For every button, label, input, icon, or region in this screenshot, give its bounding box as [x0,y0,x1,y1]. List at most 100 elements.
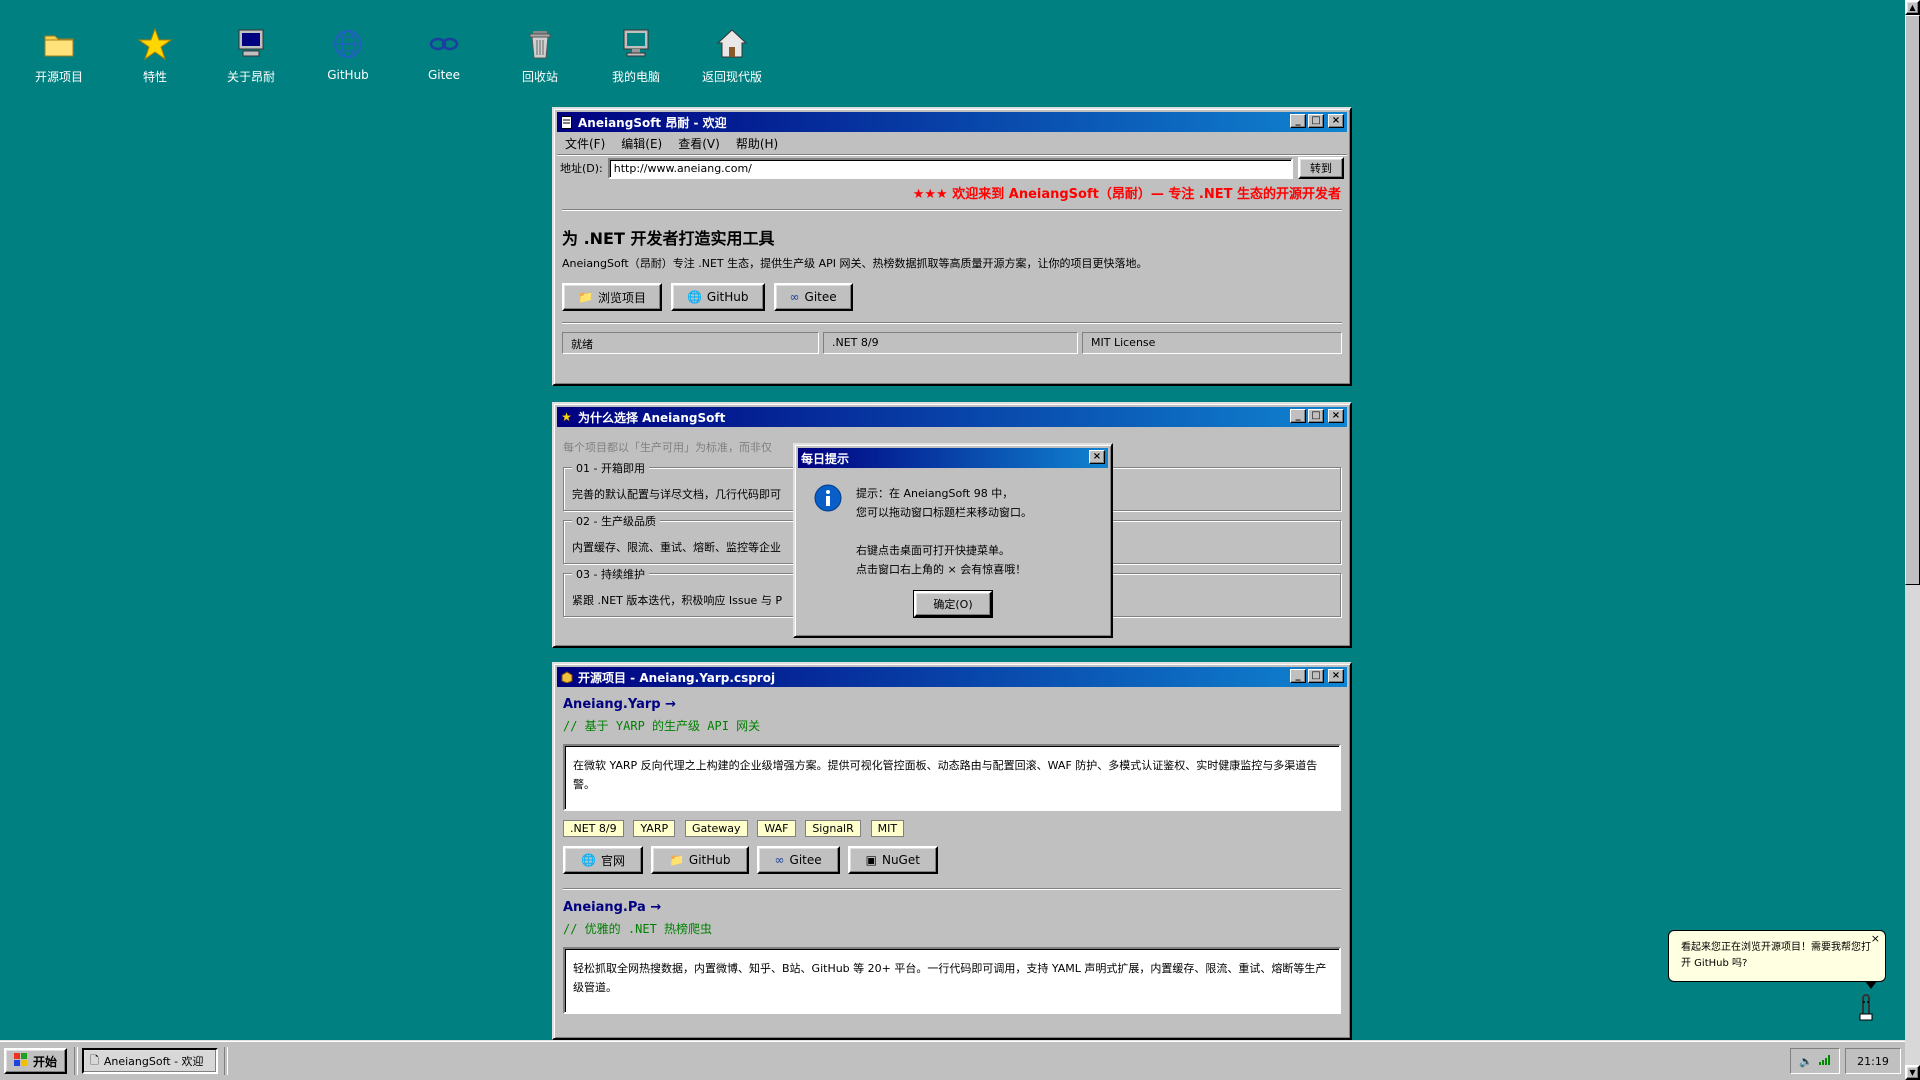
website-button[interactable]: 🌐 官网 [563,846,643,874]
desktop-icon-github[interactable]: GitHub [304,26,392,82]
desktop-icon-features[interactable]: 特性 [111,26,199,85]
system-tray: 🔈 [1790,1048,1840,1074]
desktop-icon-modern[interactable]: 返回现代版 [688,26,776,85]
desktop-icon-recycle-bin[interactable]: 回收站 [496,26,584,85]
desktop-icon-projects[interactable]: 开源项目 [15,26,103,85]
page-scrollbar[interactable]: ▲ ▼ [1905,0,1920,1080]
welcome-window-title: AneiangSoft 昂耐 - 欢迎 [578,115,727,130]
desktop-icon-my-computer[interactable]: 我的电脑 [592,26,680,85]
document-icon [560,115,573,129]
gitee-button[interactable]: ∞ Gitee [773,283,853,311]
menu-file[interactable]: 文件(F) [565,135,605,152]
package-icon: ▣ [865,853,877,867]
project-description: 轻松抓取全网热搜数据，内置微博、知乎、B站、GitHub 等 20+ 平台。一行… [563,947,1341,1014]
daily-tip-dialog: 每日提示 × 提示：在 AneiangSoft 98 中， 您可以拖动窗口标题栏… [793,443,1113,638]
welcome-window-titlebar[interactable]: AneiangSoft 昂耐 - 欢迎 _ □ × [557,112,1347,132]
minimize-button[interactable]: _ [1290,669,1306,683]
maximize-button[interactable]: □ [1308,409,1324,423]
my-computer-icon [592,26,680,62]
tag: Gateway [684,820,748,837]
network-signal-icon[interactable] [1818,1054,1831,1068]
address-input[interactable]: http://www.aneiang.com/ [607,157,1293,179]
minimize-button[interactable]: _ [1290,114,1306,128]
home-icon [688,26,776,62]
star-icon: ★ [561,410,572,424]
github-button[interactable]: 🌐 GitHub [670,283,765,311]
address-bar: 地址(D): http://www.aneiang.com/ 转到 [557,154,1347,181]
assistant-bubble: 看起来您正在浏览开源项目！需要我帮您打开 GitHub 吗? × [1668,930,1886,989]
menu-edit[interactable]: 编辑(E) [621,135,662,152]
folder-icon: 📁 [578,290,593,304]
tag: MIT [870,820,905,837]
browse-projects-button[interactable]: 📁 浏览项目 [562,283,662,311]
status-bar: 就绪 .NET 8/9 MIT License [562,332,1342,354]
maximize-button[interactable]: □ [1308,669,1324,683]
welcome-marquee: ★★★ 欢迎来到 AneiangSoft（昂耐）— 专注 .NET 生态的开源开… [912,187,1341,202]
scroll-thumb[interactable] [1905,15,1920,585]
bubble-close-icon[interactable]: × [1871,931,1880,947]
status-license: MIT License [1082,332,1342,354]
folder-icon: 📁 [668,853,684,867]
projects-window-title: 开源项目 - Aneiang.Yarp.csproj [578,670,776,685]
dialog-title: 每日提示 [801,451,850,466]
desktop-icon-gitee[interactable]: Gitee [400,26,488,82]
paperclip-assistant-icon[interactable] [1859,992,1873,1025]
desktop-icon-about[interactable]: 关于昂耐 [207,26,295,85]
ok-button[interactable]: 确定(O) [913,590,993,618]
menu-view[interactable]: 查看(V) [678,135,720,152]
close-button[interactable]: × [1328,114,1344,128]
dialog-close-button[interactable]: × [1089,450,1105,464]
scroll-down-button[interactable]: ▼ [1905,1065,1920,1080]
project-tags: .NET 8/9 YARP Gateway WAF SignalR MIT [563,820,1341,837]
project-link-pa[interactable]: Aneiang.Pa → [563,900,1341,915]
page-headline: 为 .NET 开发者打造实用工具 [562,229,775,248]
volume-icon[interactable]: 🔈 [1799,1055,1813,1068]
features-window-title: 为什么选择 AneiangSoft [578,410,726,425]
welcome-window: AneiangSoft 昂耐 - 欢迎 _ □ × 文件(F) 编辑(E) 查看… [552,107,1352,386]
tag: YARP [633,820,676,837]
star-icon [111,26,199,62]
menu-bar: 文件(F) 编辑(E) 查看(V) 帮助(H) [557,132,1347,154]
project-comment: // 基于 YARP 的生产级 API 网关 [563,719,761,733]
tag: SignalR [805,820,861,837]
taskbar-clock: 21:19 [1845,1048,1901,1074]
status-ready: 就绪 [562,332,819,354]
project-link-yarp[interactable]: Aneiang.Yarp → [563,697,1341,712]
nuget-button[interactable]: ▣ NuGet [847,846,938,874]
close-button[interactable]: × [1328,669,1344,683]
go-button[interactable]: 转到 [1298,157,1344,179]
taskbar-task-welcome[interactable]: 🗋 AneiangSoft - 欢迎 [82,1048,218,1074]
windows-logo-icon [14,1052,28,1070]
document-icon: 🗋 [90,1053,99,1067]
assistant-message: 看起来您正在浏览开源项目！需要我帮您打开 GitHub 吗? [1681,942,1871,969]
address-label: 地址(D): [560,162,603,175]
minimize-button[interactable]: _ [1290,409,1306,423]
info-icon [814,484,842,579]
close-button[interactable]: × [1328,409,1344,423]
gitee-button[interactable]: ∞ Gitee [756,846,840,874]
tag: .NET 8/9 [563,820,624,837]
recycle-bin-icon [496,26,584,62]
github-button[interactable]: 📁 GitHub [650,846,749,874]
globe-icon: 🌐 [581,853,596,867]
taskbar: 开始 🗋 AneiangSoft - 欢迎 🔈 21:19 [0,1040,1905,1080]
scroll-up-button[interactable]: ▲ [1905,0,1920,15]
dialog-message: 提示：在 AneiangSoft 98 中， 您可以拖动窗口标题栏来移动窗口。 … [856,487,1032,576]
features-window-titlebar[interactable]: ★ 为什么选择 AneiangSoft _ □ × [557,407,1347,427]
status-framework: .NET 8/9 [823,332,1078,354]
projects-window-titlebar[interactable]: 开源项目 - Aneiang.Yarp.csproj _ □ × [557,667,1347,687]
project-description: 在微软 YARP 反向代理之上构建的企业级增强方案。提供可视化管控面板、动态路由… [563,744,1341,811]
menu-help[interactable]: 帮助(H) [736,135,778,152]
link-icon: ∞ [789,290,800,304]
tag: WAF [757,820,796,837]
projects-window: 开源项目 - Aneiang.Yarp.csproj _ □ × Aneiang… [552,662,1352,1040]
start-button[interactable]: 开始 [4,1048,68,1074]
link-icon [400,26,488,62]
globe-icon: 🌐 [686,290,702,304]
maximize-button[interactable]: □ [1308,114,1324,128]
folder-icon [15,26,103,62]
dialog-titlebar[interactable]: 每日提示 × [798,448,1108,468]
globe-icon [304,26,392,62]
page-description: AneiangSoft（昂耐）专注 .NET 生态，提供生产级 API 网关、热… [562,257,1148,270]
project-comment: // 优雅的 .NET 热榜爬虫 [563,922,713,936]
